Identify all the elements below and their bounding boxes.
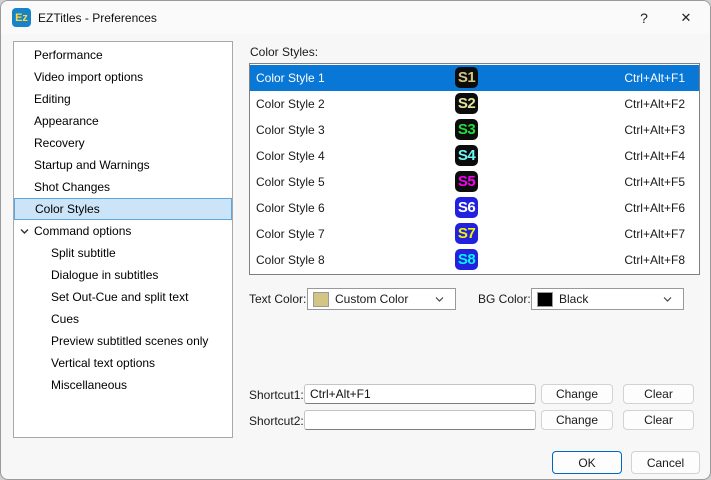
text-color-swatch xyxy=(313,292,329,307)
cancel-button[interactable]: Cancel xyxy=(631,451,700,474)
color-styles-list: Color Style 1 S1 Ctrl+Alt+F1 Color Style… xyxy=(249,63,700,275)
color-styles-label: Color Styles: xyxy=(250,45,318,59)
style-badge-icon: S4 xyxy=(455,145,478,166)
sidebar-item-split-subtitle[interactable]: Split subtitle xyxy=(14,242,232,264)
chevron-down-icon xyxy=(662,294,673,305)
color-style-name: Color Style 4 xyxy=(256,143,325,169)
window-title: EZTitles - Preferences xyxy=(38,1,157,34)
shortcut1-change-button[interactable]: Change xyxy=(541,384,613,404)
sidebar-item-preview-subtitled-scenes-only[interactable]: Preview subtitled scenes only xyxy=(14,330,232,352)
style-shortcut: Ctrl+Alt+F8 xyxy=(624,247,685,273)
style-shortcut: Ctrl+Alt+F7 xyxy=(624,221,685,247)
sidebar-item-command-options[interactable]: Command options xyxy=(14,220,232,242)
shortcut2-input[interactable] xyxy=(304,410,536,430)
color-style-name: Color Style 6 xyxy=(256,195,325,221)
color-style-name: Color Style 5 xyxy=(256,169,325,195)
color-style-row-2[interactable]: Color Style 2 S2 Ctrl+Alt+F2 xyxy=(250,91,699,117)
color-style-row-4[interactable]: Color Style 4 S4 Ctrl+Alt+F4 xyxy=(250,143,699,169)
sidebar-item-performance[interactable]: Performance xyxy=(14,44,232,66)
shortcut2-label: Shortcut2: xyxy=(249,410,304,432)
style-badge-icon: S7 xyxy=(455,223,478,244)
sidebar-item-startup-and-warnings[interactable]: Startup and Warnings xyxy=(14,154,232,176)
sidebar-item-recovery[interactable]: Recovery xyxy=(14,132,232,154)
color-style-row-6[interactable]: Color Style 6 S6 Ctrl+Alt+F6 xyxy=(250,195,699,221)
sidebar-item-shot-changes[interactable]: Shot Changes xyxy=(14,176,232,198)
color-style-name: Color Style 3 xyxy=(256,117,325,143)
style-shortcut: Ctrl+Alt+F3 xyxy=(624,117,685,143)
sidebar-item-color-styles[interactable]: Color Styles xyxy=(14,198,232,220)
bg-color-dropdown[interactable]: Black xyxy=(531,288,684,310)
sidebar-item-vertical-text-options[interactable]: Vertical text options xyxy=(14,352,232,374)
shortcut1-input[interactable] xyxy=(304,384,536,404)
sidebar-item-dialogue-in-subtitles[interactable]: Dialogue in subtitles xyxy=(14,264,232,286)
sidebar-item-editing[interactable]: Editing xyxy=(14,88,232,110)
shortcut1-clear-button[interactable]: Clear xyxy=(623,384,694,404)
sidebar-item-appearance[interactable]: Appearance xyxy=(14,110,232,132)
color-style-row-1[interactable]: Color Style 1 S1 Ctrl+Alt+F1 xyxy=(250,65,699,91)
style-shortcut: Ctrl+Alt+F1 xyxy=(624,65,685,91)
color-style-row-3[interactable]: Color Style 3 S3 Ctrl+Alt+F3 xyxy=(250,117,699,143)
style-badge-icon: S2 xyxy=(455,93,478,114)
text-color-dropdown[interactable]: Custom Color xyxy=(307,288,456,310)
color-style-row-7[interactable]: Color Style 7 S7 Ctrl+Alt+F7 xyxy=(250,221,699,247)
ok-button[interactable]: OK xyxy=(552,451,622,474)
color-style-name: Color Style 7 xyxy=(256,221,325,247)
style-badge-icon: S6 xyxy=(455,197,478,218)
style-shortcut: Ctrl+Alt+F5 xyxy=(624,169,685,195)
style-shortcut: Ctrl+Alt+F2 xyxy=(624,91,685,117)
style-badge-icon: S1 xyxy=(455,67,478,88)
bg-color-label: BG Color: xyxy=(478,288,531,310)
bg-color-value: Black xyxy=(559,292,662,306)
color-style-name: Color Style 2 xyxy=(256,91,325,117)
close-button[interactable]: ✕ xyxy=(666,1,706,34)
bg-color-swatch xyxy=(537,292,553,307)
preferences-dialog: Ez EZTitles - Preferences ? ✕ Performanc… xyxy=(0,0,711,480)
text-color-label: Text Color: xyxy=(249,288,306,310)
color-style-row-5[interactable]: Color Style 5 S5 Ctrl+Alt+F5 xyxy=(250,169,699,195)
sidebar-item-cues[interactable]: Cues xyxy=(14,308,232,330)
shortcut2-change-button[interactable]: Change xyxy=(541,410,613,430)
sidebar-item-video-import-options[interactable]: Video import options xyxy=(14,66,232,88)
preferences-sidebar: Performance Video import options Editing… xyxy=(13,41,233,438)
shortcut2-clear-button[interactable]: Clear xyxy=(623,410,694,430)
color-style-row-8[interactable]: Color Style 8 S8 Ctrl+Alt+F8 xyxy=(250,247,699,273)
chevron-down-icon[interactable] xyxy=(19,226,30,237)
sidebar-item-miscellaneous[interactable]: Miscellaneous xyxy=(14,374,232,396)
style-shortcut: Ctrl+Alt+F6 xyxy=(624,195,685,221)
help-button[interactable]: ? xyxy=(624,1,664,34)
shortcut1-label: Shortcut1: xyxy=(249,384,304,406)
color-style-name: Color Style 8 xyxy=(256,247,325,273)
style-shortcut: Ctrl+Alt+F4 xyxy=(624,143,685,169)
style-badge-icon: S8 xyxy=(455,249,478,270)
chevron-down-icon xyxy=(434,294,445,305)
style-badge-icon: S5 xyxy=(455,171,478,192)
title-bar: Ez EZTitles - Preferences ? ✕ xyxy=(1,1,710,34)
color-style-name: Color Style 1 xyxy=(256,65,325,91)
sidebar-item-set-out-cue-and-split-text[interactable]: Set Out-Cue and split text xyxy=(14,286,232,308)
app-icon: Ez xyxy=(12,8,31,27)
style-badge-icon: S3 xyxy=(455,119,478,140)
sidebar-item-label: Command options xyxy=(34,224,131,238)
text-color-value: Custom Color xyxy=(335,292,434,306)
